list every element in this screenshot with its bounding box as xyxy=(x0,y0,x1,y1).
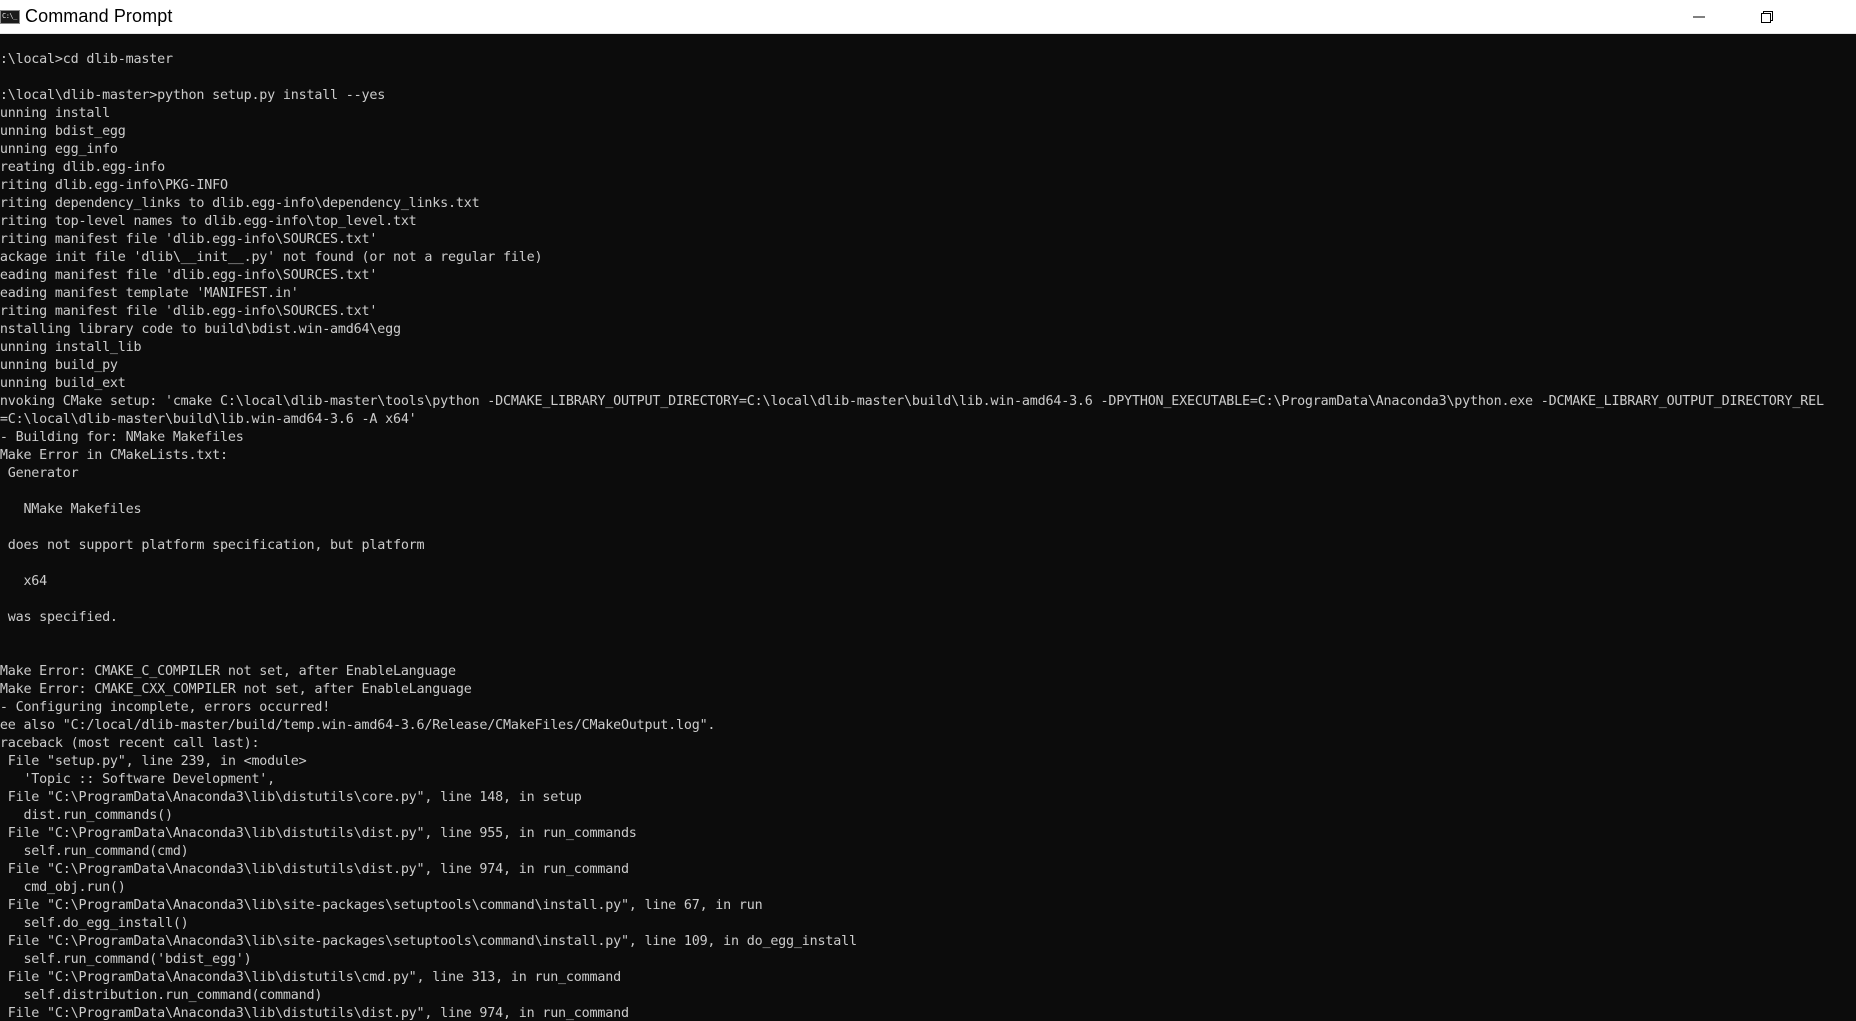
console-line: does not support platform specification,… xyxy=(0,538,425,553)
console-line: cmd_obj.run() xyxy=(0,880,126,895)
console-line: E=C:\local\dlib-master\build\lib.win-amd… xyxy=(0,412,417,427)
console-line: running install xyxy=(0,106,110,121)
console-line: dist.run_commands() xyxy=(0,808,173,823)
console-line: C:\local>cd dlib-master xyxy=(0,52,173,67)
console-line: running egg_info xyxy=(0,142,118,157)
console-line: Generator xyxy=(0,466,79,481)
console-line: reading manifest template 'MANIFEST.in' xyxy=(0,286,299,301)
console-line: writing dependency_links to dlib.egg-inf… xyxy=(0,196,480,211)
console-output[interactable]: C:\local>cd dlib-master C:\local\dlib-mas… xyxy=(0,34,1856,1021)
console-line: File "C:\ProgramData\Anaconda3\lib\distu… xyxy=(0,826,637,841)
console-line: self.run_command('bdist_egg') xyxy=(0,952,252,967)
console-line: 'Topic :: Software Development', xyxy=(0,772,276,787)
console-line: installing library code to build\bdist.w… xyxy=(0,322,401,337)
restore-icon xyxy=(1761,11,1773,23)
command-prompt-window: Command Prompt C:\local>cd dlib-masterC:… xyxy=(0,0,1856,1021)
console-line: was specified. xyxy=(0,610,118,625)
console-line: -- Building for: NMake Makefiles xyxy=(0,430,244,445)
console-line: self.do_egg_install() xyxy=(0,916,189,931)
console-line: CMake Error in CMakeLists.txt: xyxy=(0,448,228,463)
console-line: File "setup.py", line 239, in <module> xyxy=(0,754,307,769)
console-line: writing manifest file 'dlib.egg-info\SOU… xyxy=(0,232,378,247)
console-line: Invoking CMake setup: 'cmake C:\local\dl… xyxy=(0,394,1824,409)
console-line: running bdist_egg xyxy=(0,124,126,139)
console-line: Traceback (most recent call last): xyxy=(0,736,260,751)
console-line: writing top-level names to dlib.egg-info… xyxy=(0,214,417,229)
console-line: running install_lib xyxy=(0,340,142,355)
console-line: File "C:\ProgramData\Anaconda3\lib\site-… xyxy=(0,934,857,949)
console-line: File "C:\ProgramData\Anaconda3\lib\distu… xyxy=(0,790,582,805)
console-line: writing manifest file 'dlib.egg-info\SOU… xyxy=(0,304,378,319)
console-line: -- Configuring incomplete, errors occurr… xyxy=(0,700,331,715)
console-line: writing dlib.egg-info\PKG-INFO xyxy=(0,178,228,193)
console-line: C:\local\dlib-master>python setup.py ins… xyxy=(0,88,386,103)
console-line: File "C:\ProgramData\Anaconda3\lib\site-… xyxy=(0,898,763,913)
minimize-icon xyxy=(1693,16,1705,18)
console-line: running build_ext xyxy=(0,376,126,391)
console-line: File "C:\ProgramData\Anaconda3\lib\distu… xyxy=(0,1006,629,1021)
console-line: File "C:\ProgramData\Anaconda3\lib\distu… xyxy=(0,862,629,877)
console-line: self.distribution.run_command(command) xyxy=(0,988,323,1003)
console-line: x64 xyxy=(23,574,48,589)
cmd-icon xyxy=(0,9,20,24)
console-line: See also "C:/local/dlib-master/build/tem… xyxy=(0,718,716,733)
console-lines: C:\local>cd dlib-master C:\local\dlib-mas… xyxy=(0,51,1824,1021)
console-line: File "C:\ProgramData\Anaconda3\lib\distu… xyxy=(0,970,621,985)
console-line: NMake Makefiles xyxy=(0,502,142,517)
minimize-button[interactable] xyxy=(1665,0,1733,34)
close-button-area xyxy=(1801,0,1856,34)
console-line: reading manifest file 'dlib.egg-info\SOU… xyxy=(0,268,378,283)
console-line: creating dlib.egg-info xyxy=(0,160,165,175)
console-line: self.run_command(cmd) xyxy=(0,844,189,859)
console-line: CMake Error: CMAKE_C_COMPILER not set, a… xyxy=(0,664,456,679)
restore-button[interactable] xyxy=(1733,0,1801,34)
title-bar[interactable]: Command Prompt xyxy=(0,0,1856,34)
console-line: CMake Error: CMAKE_CXX_COMPILER not set,… xyxy=(0,682,472,697)
console-line: package init file 'dlib\__init__.py' not… xyxy=(0,250,543,265)
window-title: Command Prompt xyxy=(25,6,173,26)
console-line: running build_py xyxy=(0,358,118,373)
window-controls xyxy=(1665,0,1856,34)
